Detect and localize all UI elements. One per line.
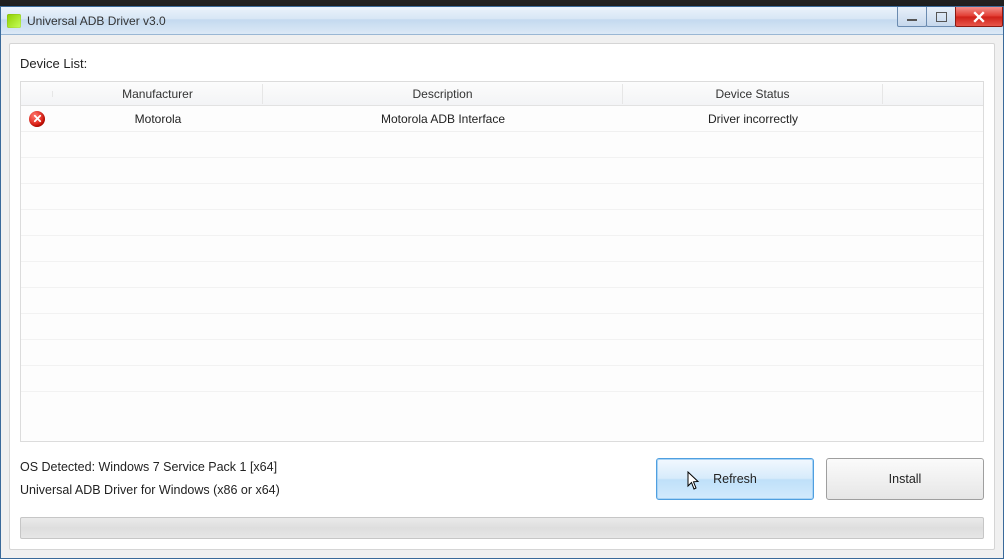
empty-row bbox=[21, 340, 983, 366]
column-header-padding bbox=[883, 91, 983, 97]
footer-info: OS Detected: Windows 7 Service Pack 1 [x… bbox=[20, 456, 644, 504]
client-area: Device List: Manufacturer Description De… bbox=[1, 35, 1003, 558]
grid-body: Motorola Motorola ADB Interface Driver i… bbox=[21, 106, 983, 392]
close-icon bbox=[973, 11, 985, 23]
minimize-button[interactable] bbox=[897, 7, 927, 27]
install-button-label: Install bbox=[889, 472, 922, 486]
column-header-icon[interactable] bbox=[21, 91, 53, 97]
device-grid[interactable]: Manufacturer Description Device Status M… bbox=[20, 81, 984, 442]
refresh-button-label: Refresh bbox=[713, 472, 757, 486]
titlebar[interactable]: Universal ADB Driver v3.0 bbox=[1, 7, 1003, 35]
table-row[interactable]: Motorola Motorola ADB Interface Driver i… bbox=[21, 106, 983, 132]
driver-info-label: Universal ADB Driver for Windows (x86 or… bbox=[20, 479, 644, 503]
close-button[interactable] bbox=[955, 7, 1003, 27]
empty-row bbox=[21, 366, 983, 392]
row-manufacturer: Motorola bbox=[53, 112, 263, 126]
empty-row bbox=[21, 158, 983, 184]
cursor-icon bbox=[687, 471, 701, 491]
os-detected-label: OS Detected: Windows 7 Service Pack 1 [x… bbox=[20, 456, 644, 480]
maximize-button[interactable] bbox=[926, 7, 956, 27]
app-icon bbox=[7, 14, 21, 28]
error-icon bbox=[29, 111, 45, 127]
empty-row bbox=[21, 132, 983, 158]
window-controls bbox=[898, 7, 1003, 27]
row-status-icon-cell bbox=[21, 111, 53, 127]
app-window: Universal ADB Driver v3.0 Device List: M… bbox=[0, 6, 1004, 559]
column-header-description[interactable]: Description bbox=[263, 84, 623, 104]
empty-row bbox=[21, 210, 983, 236]
column-header-status[interactable]: Device Status bbox=[623, 84, 883, 104]
refresh-button[interactable]: Refresh bbox=[656, 458, 814, 500]
empty-row bbox=[21, 262, 983, 288]
main-panel: Device List: Manufacturer Description De… bbox=[9, 43, 995, 550]
install-button[interactable]: Install bbox=[826, 458, 984, 500]
window-title: Universal ADB Driver v3.0 bbox=[27, 14, 166, 28]
row-description: Motorola ADB Interface bbox=[263, 112, 623, 126]
progress-bar bbox=[20, 517, 984, 539]
grid-header: Manufacturer Description Device Status bbox=[21, 82, 983, 106]
row-status: Driver incorrectly bbox=[623, 112, 883, 126]
empty-row bbox=[21, 288, 983, 314]
column-header-manufacturer[interactable]: Manufacturer bbox=[53, 84, 263, 104]
empty-row bbox=[21, 314, 983, 340]
empty-row bbox=[21, 184, 983, 210]
device-list-label: Device List: bbox=[20, 56, 984, 71]
empty-row bbox=[21, 236, 983, 262]
footer-area: OS Detected: Windows 7 Service Pack 1 [x… bbox=[20, 456, 984, 504]
